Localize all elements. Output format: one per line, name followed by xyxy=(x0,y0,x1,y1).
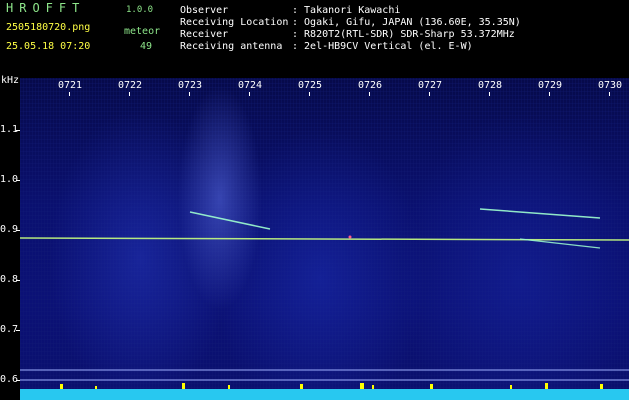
signal-strength-spikes xyxy=(60,383,603,389)
